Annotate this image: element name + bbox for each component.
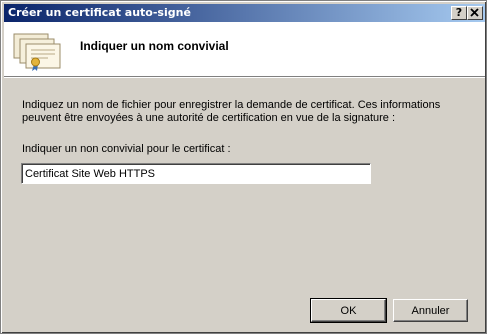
header-divider-highlight	[4, 77, 485, 78]
step-title: Indiquer un nom convivial	[80, 39, 229, 53]
certificate-icon	[13, 33, 61, 71]
wizard-header: Indiquer un nom convivial	[4, 22, 485, 76]
friendly-name-label: Indiquer un non convivial pour le certif…	[22, 143, 231, 155]
help-button[interactable]: ?	[451, 6, 467, 20]
cancel-button[interactable]: Annuler	[393, 299, 468, 322]
dialog-window: Créer un certificat auto-signé ? Indique…	[0, 0, 487, 334]
close-button[interactable]	[467, 6, 483, 20]
title-bar[interactable]: Créer un certificat auto-signé ?	[4, 4, 485, 22]
window-title: Créer un certificat auto-signé	[8, 6, 191, 19]
ok-button[interactable]: OK	[310, 298, 387, 323]
close-icon	[470, 8, 479, 17]
friendly-name-input[interactable]	[21, 163, 371, 184]
description-text: Indiquez un nom de fichier pour enregist…	[22, 99, 441, 124]
